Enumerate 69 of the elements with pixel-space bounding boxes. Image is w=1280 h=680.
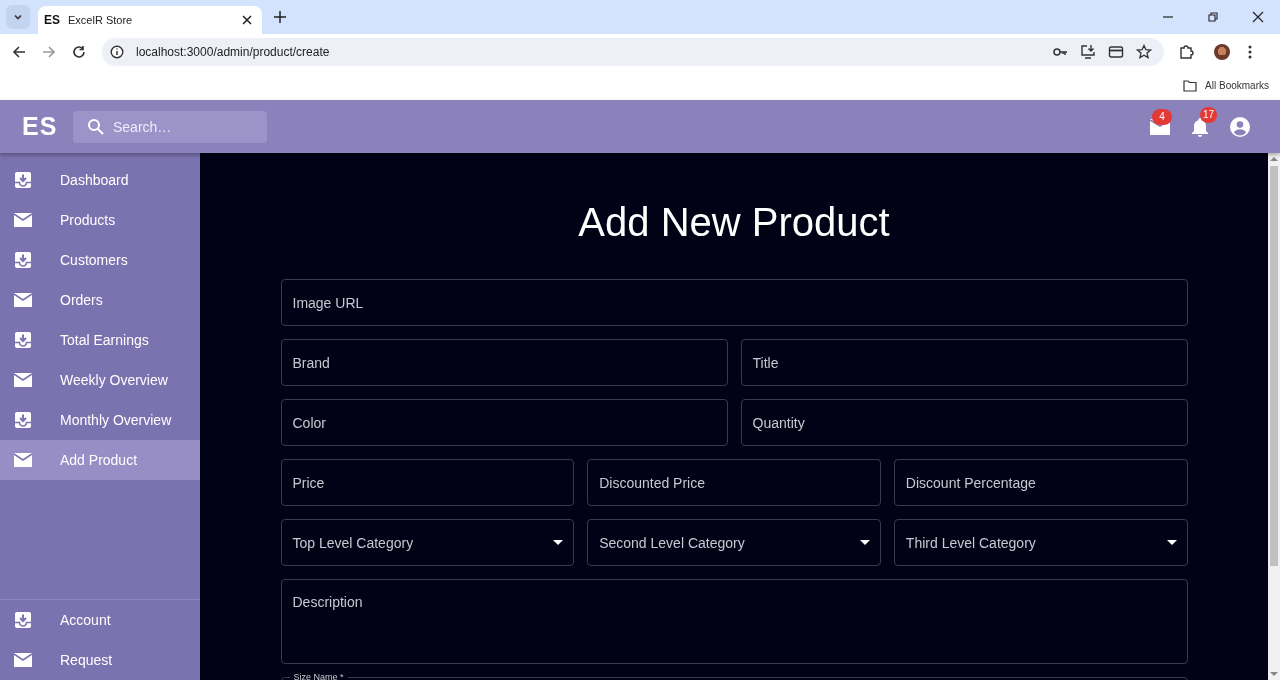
description-field[interactable]: Description [280,579,1188,664]
tab-list-button[interactable] [6,5,30,29]
puzzle-icon[interactable] [1178,44,1194,60]
caret-icon [1166,540,1177,545]
inbox-icon [14,251,32,269]
dropdown[interactable]: Top Level Category [280,519,575,566]
chevron-down-icon [13,12,23,22]
page-title: Add New Product [578,199,890,246]
mail-icon [14,211,32,229]
sidebar-item[interactable]: Account [0,600,200,640]
tab-favicon: ES [44,13,60,27]
input-field[interactable]: Brand [280,339,728,386]
input-field[interactable]: Title [740,339,1188,386]
dropdown[interactable]: Second Level Category [587,519,881,566]
sidebar-item[interactable]: Weekly Overview [0,360,200,400]
sidebar-item[interactable]: Monthly Overview [0,400,200,440]
more-icon[interactable] [1248,45,1252,59]
card-icon[interactable] [1108,44,1124,60]
sidebar-item[interactable]: Orders [0,280,200,320]
scroll-down-icon[interactable] [1270,671,1278,677]
bell-icon[interactable] [1191,116,1209,137]
inbox-icon [14,331,32,349]
sidebar-item[interactable]: Dashboard [0,160,200,200]
input-field[interactable]: Quantity [740,399,1188,446]
reload-icon[interactable] [72,45,86,59]
caret-icon [553,540,564,545]
bookmarks-folder[interactable]: All Bookmarks [1205,80,1269,91]
scrollbar[interactable] [1268,153,1280,680]
profile-avatar[interactable] [1214,44,1230,60]
logo: ES [22,112,59,141]
restore-icon[interactable] [1207,11,1219,23]
dropdown[interactable]: Third Level Category [893,519,1188,566]
close-icon[interactable] [242,15,252,25]
browser-tab[interactable]: ES ExcelR Store [38,6,262,34]
sidebar-item[interactable]: Request [0,640,200,680]
notification-badge: 4 [1152,108,1172,125]
inbox-icon [14,411,32,429]
input-field[interactable]: Discounted Price [587,459,881,506]
scrollbar-thumb[interactable] [1270,166,1278,566]
scroll-up-icon[interactable] [1270,156,1278,162]
mail-icon [14,291,32,309]
mail-icon [14,651,32,669]
address-bar[interactable]: localhost:3000/admin/product/create [102,38,1164,66]
install-icon[interactable] [1080,44,1096,60]
star-icon[interactable] [1136,44,1152,60]
notification-badge: 17 [1200,106,1218,123]
mail-icon [14,371,32,389]
input-field[interactable]: Price [280,459,575,506]
sidebar-item[interactable]: Total Earnings [0,320,200,360]
sidebar-item[interactable]: Products [0,200,200,240]
inbox-icon [14,171,32,189]
mail-icon [14,451,32,469]
new-tab-icon[interactable] [274,11,286,23]
forward-icon[interactable] [42,45,56,59]
input-field[interactable]: Discount Percentage [893,459,1188,506]
input-field[interactable]: Color [280,399,728,446]
inbox-icon [14,611,32,629]
tab-title: ExcelR Store [68,14,134,26]
sidebar-item[interactable]: Add Product [0,440,200,480]
close-icon[interactable] [1252,11,1264,23]
account-icon[interactable] [1230,116,1250,137]
info-icon[interactable] [110,45,124,59]
folder-icon [1183,79,1198,92]
search-field[interactable]: Search… [73,110,267,143]
search-icon [87,117,105,136]
sidebar-item[interactable]: Customers [0,240,200,280]
back-icon[interactable] [12,45,26,59]
caret-icon [859,540,870,545]
input-field[interactable]: Image URL [280,279,1188,326]
